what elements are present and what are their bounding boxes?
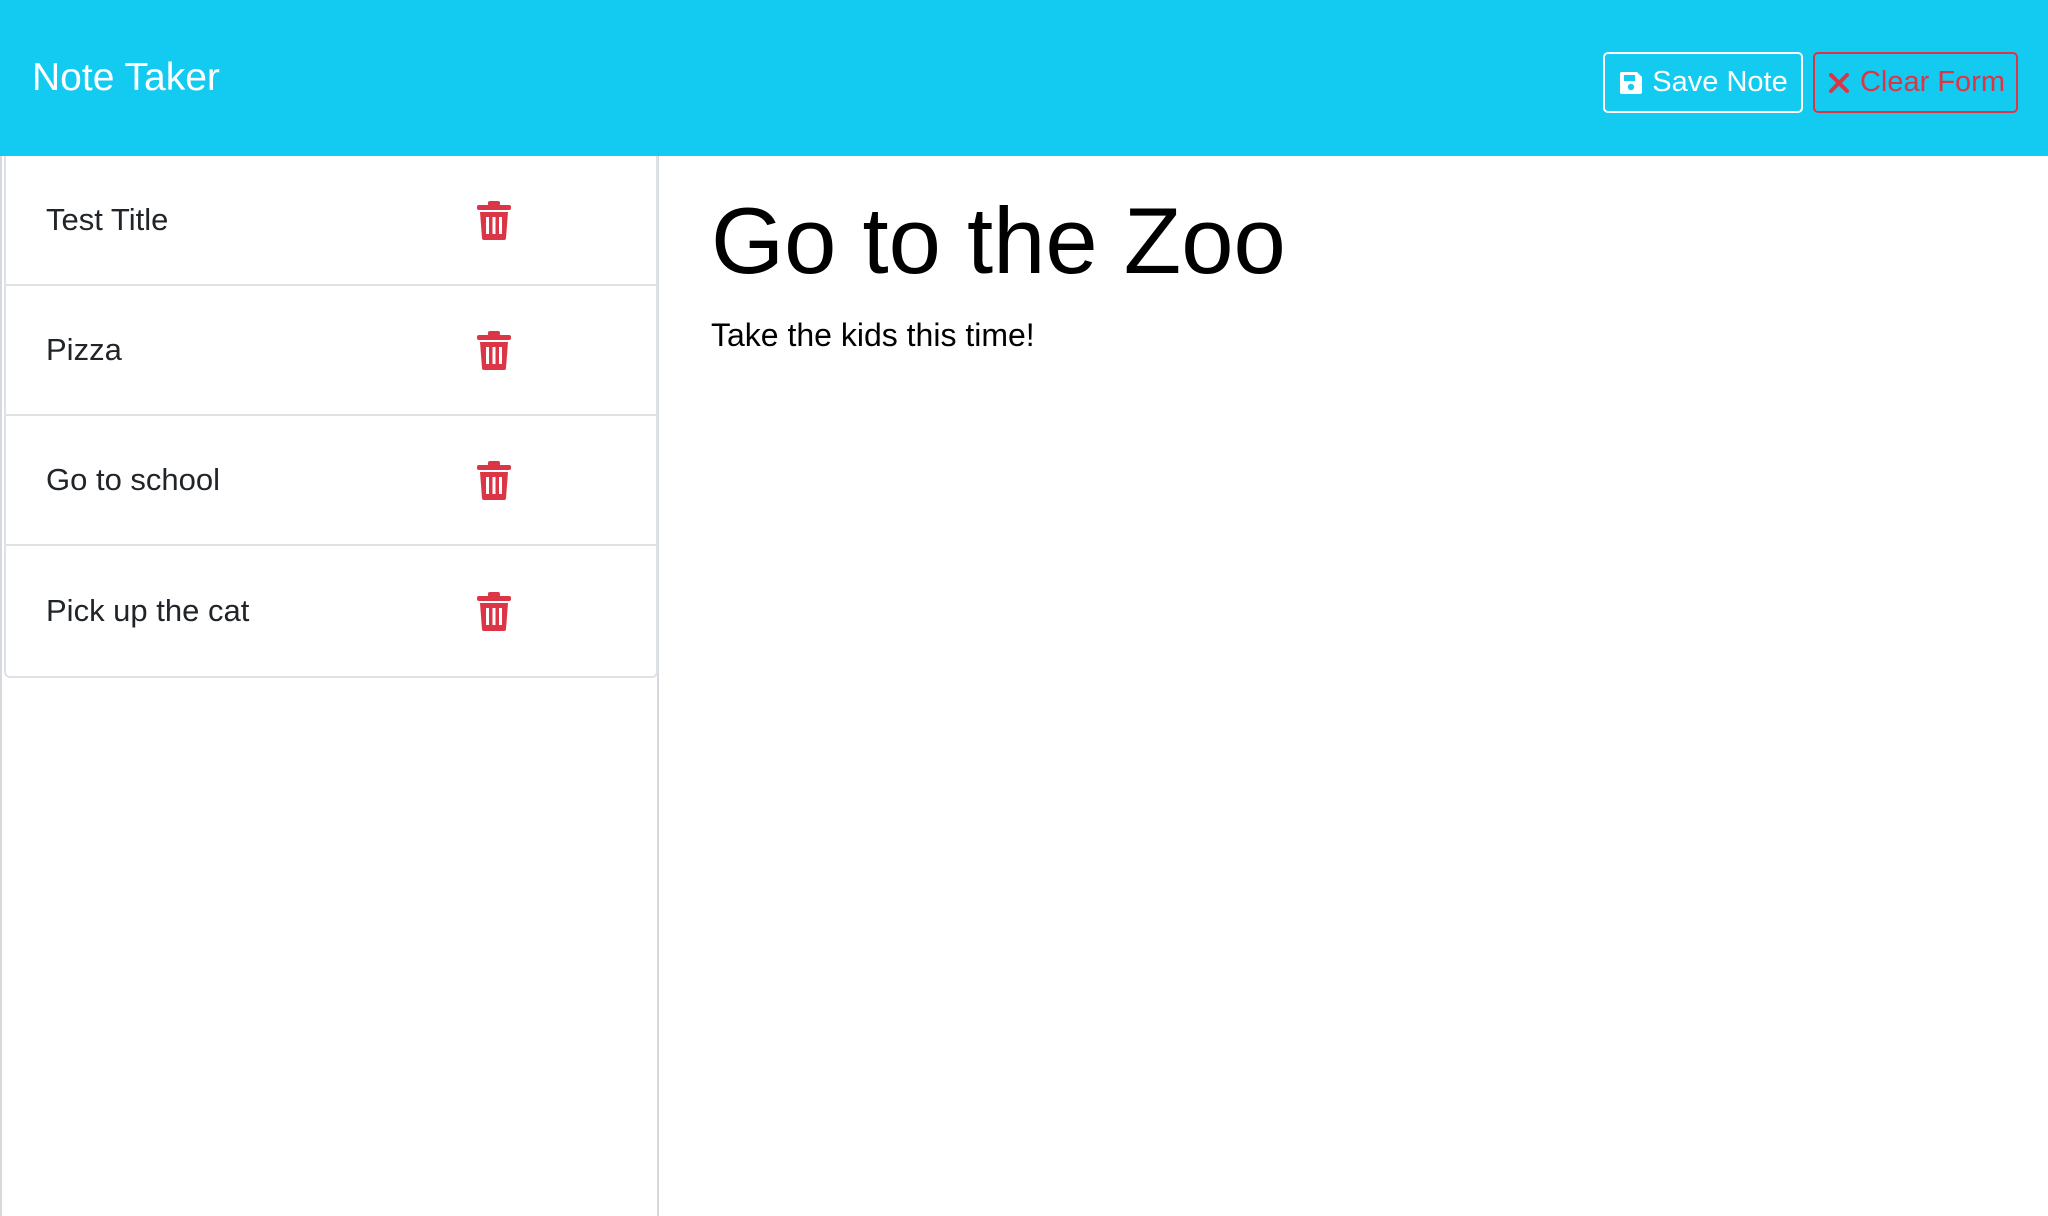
list-item[interactable]: Pick up the cat: [6, 546, 656, 676]
navbar: Note Taker Save Note Clear Form: [0, 0, 2048, 156]
trash-icon[interactable]: [476, 200, 512, 240]
trash-icon[interactable]: [476, 330, 512, 370]
note-title: Test Title: [46, 202, 169, 237]
note-text-area[interactable]: Take the kids this time!: [711, 314, 2011, 356]
list-item[interactable]: Test Title: [6, 156, 656, 286]
note-title: Pick up the cat: [46, 593, 250, 628]
trash-icon[interactable]: [476, 460, 512, 500]
save-note-label: Save Note: [1652, 66, 1788, 98]
note-list: Test Title Pizza Go to school Pick up th…: [4, 156, 658, 678]
note-title-input[interactable]: Go to the Zoo: [711, 186, 2011, 296]
notes-sidebar: Test Title Pizza Go to school Pick up th…: [0, 156, 659, 1216]
x-mark-icon: [1826, 70, 1852, 96]
note-title: Go to school: [46, 462, 221, 497]
floppy-disk-icon: [1618, 70, 1644, 96]
save-note-button[interactable]: Save Note: [1603, 52, 1803, 113]
app-brand[interactable]: Note Taker: [32, 52, 220, 104]
trash-icon[interactable]: [476, 591, 512, 631]
note-title: Pizza: [46, 332, 122, 367]
list-item[interactable]: Go to school: [6, 416, 656, 546]
list-item[interactable]: Pizza: [6, 286, 656, 416]
note-editor: Go to the Zoo Take the kids this time!: [659, 156, 2048, 1216]
clear-form-label: Clear Form: [1859, 66, 2005, 98]
clear-form-button[interactable]: Clear Form: [1813, 52, 2018, 113]
